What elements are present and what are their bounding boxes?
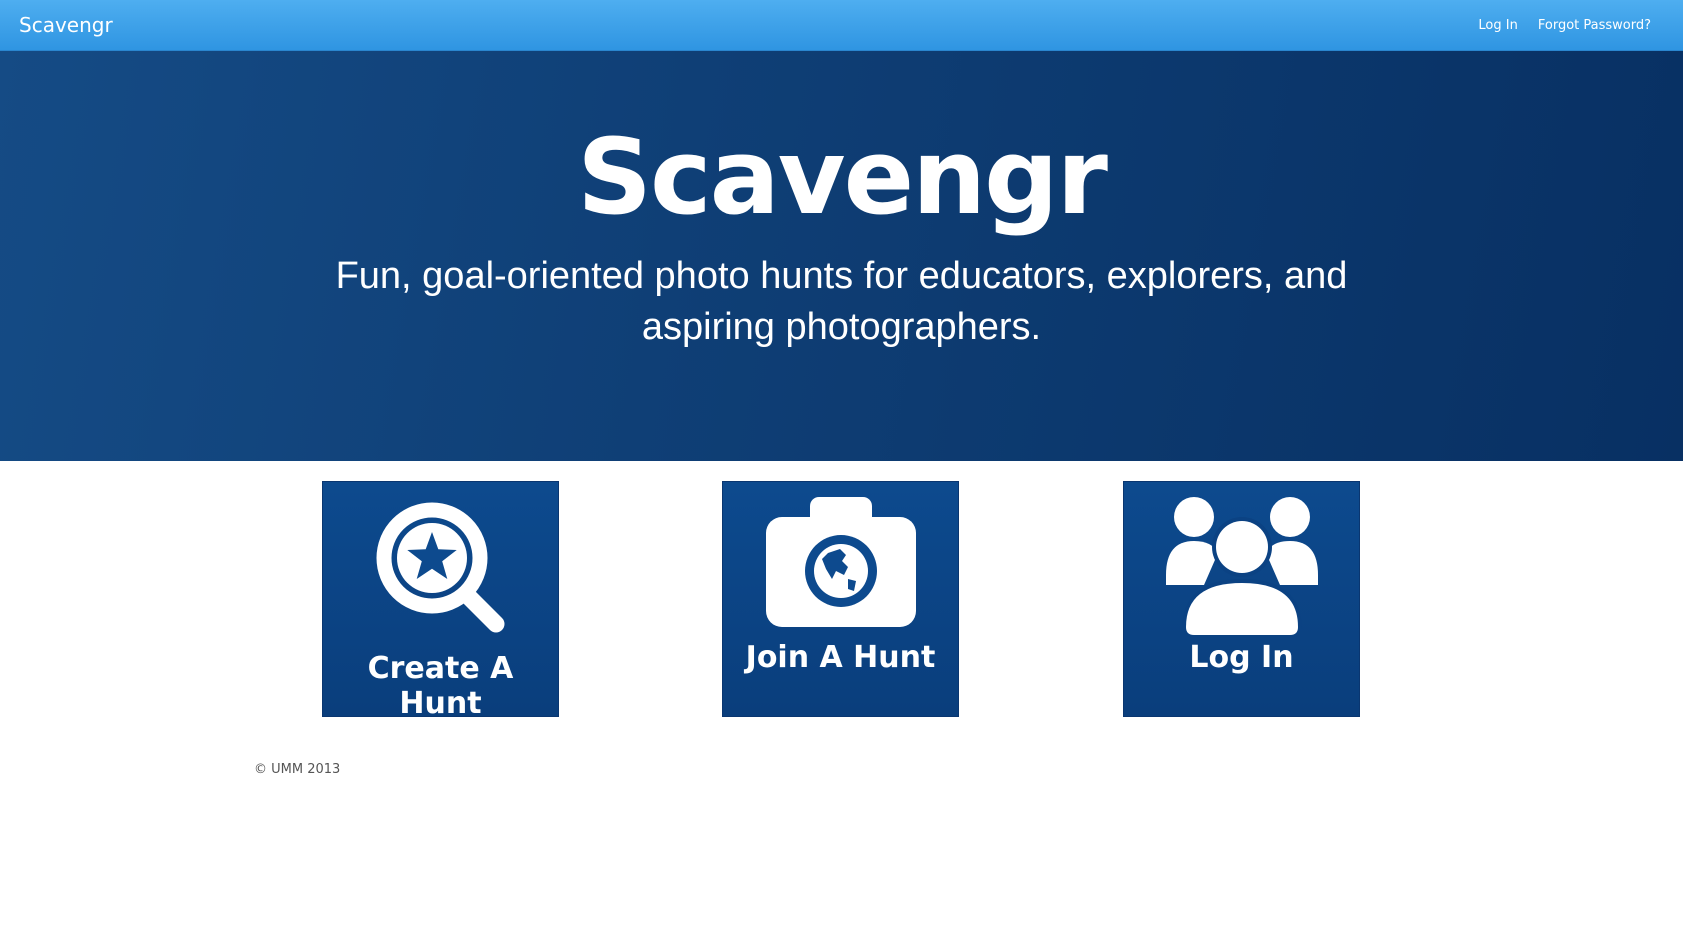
magnifier-star-icon — [323, 496, 558, 646]
users-group-icon — [1124, 495, 1359, 639]
login-tile[interactable]: Log In — [1123, 481, 1360, 717]
hero-title: Scavengr — [577, 116, 1108, 238]
top-navbar: Scavengr Log In Forgot Password? — [0, 0, 1683, 51]
nav-links: Log In Forgot Password? — [1478, 18, 1651, 33]
page: Scavengr Log In Forgot Password? Scaveng… — [0, 0, 1686, 950]
nav-login-link[interactable]: Log In — [1478, 18, 1517, 33]
create-hunt-label: Create A Hunt — [367, 651, 514, 721]
camera-globe-icon — [723, 497, 958, 629]
hero-banner: Scavengr Fun, goal-oriented photo hunts … — [0, 51, 1683, 461]
login-label: Log In — [1189, 640, 1294, 675]
create-hunt-tile[interactable]: Create A Hunt — [322, 481, 559, 721]
brand-link[interactable]: Scavengr — [19, 13, 113, 37]
copyright-footer: © UMM 2013 — [254, 762, 341, 777]
join-hunt-tile[interactable]: Join A Hunt — [722, 481, 959, 717]
hero-subtitle: Fun, goal-oriented photo hunts for educa… — [335, 255, 1348, 348]
nav-forgot-password-link[interactable]: Forgot Password? — [1538, 18, 1651, 33]
join-hunt-label: Join A Hunt — [745, 640, 936, 675]
